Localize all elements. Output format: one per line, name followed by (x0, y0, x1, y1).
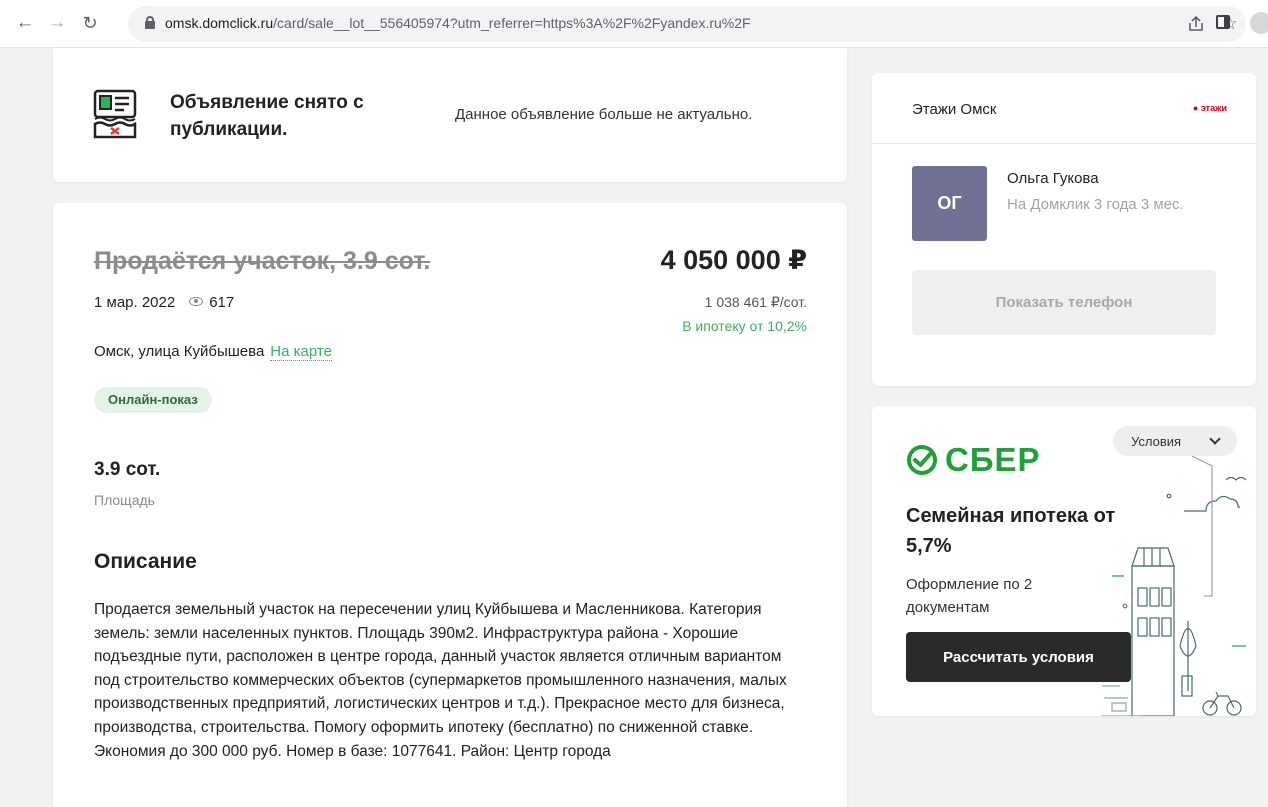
url-path: /card/sale__lot__556405974?utm_referrer=… (273, 15, 751, 31)
area-label: Площадь (94, 492, 155, 508)
description-title: Описание (94, 550, 197, 573)
profile-avatar-icon[interactable] (1250, 12, 1268, 34)
show-phone-button[interactable]: Показать телефон (912, 270, 1216, 335)
browser-toolbar: ← → ↻ omsk.domclick.ru/card/sale__lot__5… (0, 0, 1268, 48)
reload-icon[interactable]: ↻ (79, 12, 101, 34)
removed-notice-card: Объявление снято с публикации. Данное об… (53, 48, 847, 182)
share-icon[interactable] (1186, 14, 1206, 34)
promo-title: Семейная ипотека от 5,7% (906, 505, 1116, 557)
sber-wordmark: СБЕР (945, 441, 1041, 478)
back-arrow-icon[interactable]: ← (14, 12, 36, 34)
divider (872, 143, 1256, 144)
address-bar[interactable]: omsk.domclick.ru/card/sale__lot__5564059… (128, 6, 1246, 42)
price-per-unit: 1 038 461 ₽/сот. (704, 294, 807, 310)
side-panel-icon[interactable] (1216, 15, 1230, 29)
agency-logo-text: этажи (1200, 103, 1227, 113)
listing-date: 1 мар. 2022 (94, 294, 176, 311)
sber-check-icon (907, 445, 937, 475)
listing-price: 4 050 000 ₽ (660, 245, 807, 275)
eye-icon (189, 297, 204, 307)
forward-arrow-icon[interactable]: → (46, 12, 68, 34)
agent-since: На Домклик 3 года 3 мес. (1007, 196, 1184, 213)
listing-card: Продаётся участок, 3.9 сот. 4 050 000 ₽ … (53, 203, 847, 807)
promo-subtitle: Оформление по 2 документам (906, 576, 1033, 616)
terms-label: Условия (1131, 433, 1182, 449)
listing-meta: 1 мар. 2022 617 (94, 294, 234, 311)
removed-listing-icon (93, 89, 137, 139)
agency-logo: ● этажи (1192, 103, 1227, 113)
address-text: Омск, улица Куйбышева (94, 343, 265, 360)
online-viewing-badge: Онлайн-показ (94, 387, 212, 413)
notice-title: Объявление снято с публикации. (170, 92, 364, 140)
agency-card: Этажи Омск ● этажи ОГ Ольга Гукова На До… (872, 73, 1256, 386)
sber-promo-card[interactable]: СБЕР Условия Семейная ипотека от 5,7% Оф… (872, 406, 1256, 716)
agency-name[interactable]: Этажи Омск (912, 101, 996, 118)
lock-icon (145, 16, 155, 29)
url-host: omsk.domclick.ru (165, 15, 274, 31)
listing-views: 617 (209, 294, 235, 311)
chevron-down-icon (1209, 433, 1221, 445)
url-text[interactable]: omsk.domclick.ru/card/sale__lot__5564059… (165, 15, 751, 31)
area-value: 3.9 сот. (94, 459, 161, 480)
listing-title: Продаётся участок, 3.9 сот. (94, 247, 431, 275)
calculate-terms-button[interactable]: Рассчитать условия (906, 632, 1131, 682)
agent-name[interactable]: Ольга Гукова (1007, 170, 1099, 187)
description-text: Продается земельный участок на пересечен… (94, 601, 787, 760)
listing-address: Омск, улица Куйбышева На карте (94, 343, 332, 361)
agent-avatar: ОГ (912, 166, 987, 241)
terms-dropdown-button[interactable]: Условия (1113, 426, 1237, 456)
mortgage-rate-link[interactable]: В ипотеку от 10,2% (682, 318, 807, 334)
map-link[interactable]: На карте (270, 343, 332, 361)
notice-text: Данное объявление больше не актуально. (455, 106, 753, 123)
